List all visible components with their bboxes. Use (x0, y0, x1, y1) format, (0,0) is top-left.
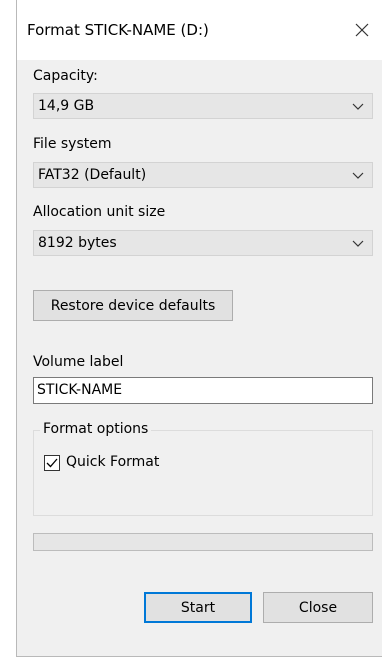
start-button[interactable]: Start (144, 592, 252, 623)
quick-format-checkbox[interactable] (44, 455, 60, 471)
format-dialog: Format STICK-NAME (D:) Capacity: 14,9 GB… (16, 0, 382, 657)
close-icon[interactable] (352, 20, 372, 40)
file-system-value: FAT32 (Default) (38, 167, 147, 183)
file-system-label: File system (33, 136, 112, 152)
capacity-label: Capacity: (33, 68, 98, 84)
format-options-group: Format options Quick Format (33, 421, 373, 516)
checkmark-icon (46, 458, 58, 468)
format-progress-bar (33, 533, 373, 551)
file-system-dropdown[interactable]: FAT32 (Default) (33, 162, 373, 188)
volume-label-label: Volume label (33, 354, 124, 370)
quick-format-label[interactable]: Quick Format (66, 454, 159, 470)
close-button[interactable]: Close (263, 592, 373, 623)
chevron-down-icon (352, 172, 364, 179)
format-options-title: Format options (40, 421, 152, 437)
start-label: Start (180, 600, 216, 616)
restore-defaults-label: Restore device defaults (50, 298, 216, 314)
capacity-dropdown[interactable]: 14,9 GB (33, 93, 373, 119)
chevron-down-icon (352, 103, 364, 110)
title-bar[interactable]: Format STICK-NAME (D:) (17, 0, 382, 60)
allocation-dropdown[interactable]: 8192 bytes (33, 230, 373, 256)
volume-label-field[interactable] (33, 377, 373, 404)
capacity-value: 14,9 GB (38, 98, 95, 114)
close-label: Close (298, 600, 338, 616)
chevron-down-icon (352, 240, 364, 247)
volume-label-input[interactable] (37, 382, 367, 398)
restore-defaults-button[interactable]: Restore device defaults (33, 290, 233, 321)
allocation-value: 8192 bytes (38, 235, 117, 251)
window-title: Format STICK-NAME (D:) (27, 21, 209, 39)
allocation-label: Allocation unit size (33, 204, 166, 220)
